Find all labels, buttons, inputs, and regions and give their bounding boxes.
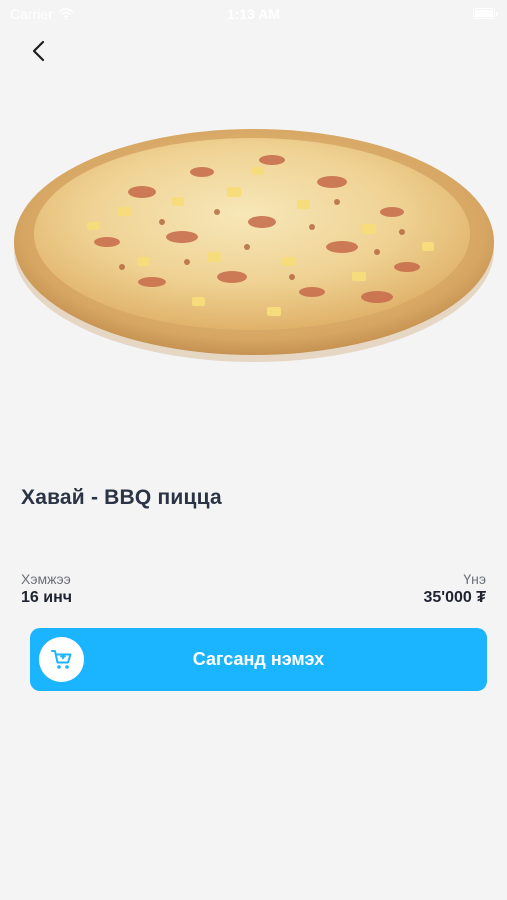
- chevron-left-icon: [32, 40, 45, 62]
- add-to-cart-label: Сагсанд нэмэх: [192, 649, 325, 669]
- price-value: 35'000 ₮: [423, 589, 486, 606]
- battery-icon: [473, 8, 498, 19]
- product-image: [12, 112, 496, 374]
- size-label: Хэмжээ: [21, 571, 71, 587]
- size-value: 16 инч: [21, 589, 73, 606]
- status-bar: Carrier 1:13 AM: [0, 0, 507, 28]
- product-title: Хавай - BBQ пицца: [21, 486, 222, 509]
- back-button[interactable]: [22, 34, 56, 68]
- status-time: 1:13 AM: [226, 6, 281, 22]
- add-to-cart-button[interactable]: Сагсанд нэмэх: [30, 628, 487, 691]
- pizza-illustration: [14, 129, 494, 362]
- price-label: Үнэ: [463, 571, 486, 587]
